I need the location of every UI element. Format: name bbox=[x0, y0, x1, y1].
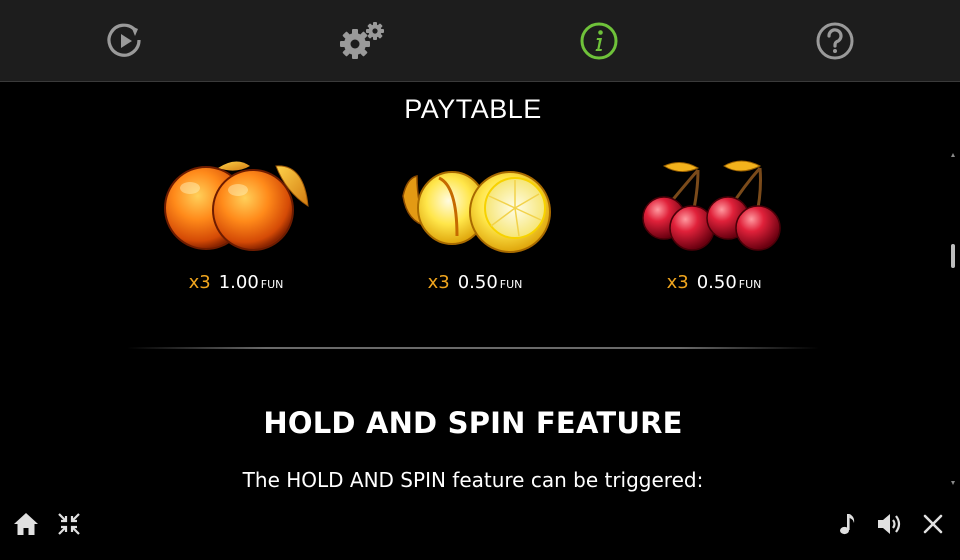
bottom-bar bbox=[0, 496, 960, 560]
feature-description: The HOLD AND SPIN feature can be trigger… bbox=[242, 468, 704, 492]
feature-heading: HOLD AND SPIN FEATURE bbox=[263, 406, 683, 440]
exit-fullscreen-button[interactable] bbox=[53, 508, 85, 540]
info-content: PAYTABLE x3 1.00 FUN x3 0.50 FUN x3 0.50… bbox=[0, 82, 946, 492]
help-button[interactable] bbox=[813, 19, 857, 63]
lemon-payout: x3 0.50 FUN bbox=[375, 272, 575, 293]
cherry-payout: x3 0.50 FUN bbox=[614, 272, 814, 293]
paytable-title: PAYTABLE bbox=[404, 94, 542, 124]
info-button[interactable] bbox=[577, 19, 621, 63]
multiplier: x3 bbox=[188, 272, 211, 293]
scroll-thumb bbox=[951, 244, 955, 268]
sound-button[interactable] bbox=[874, 508, 906, 540]
currency: FUN bbox=[738, 278, 762, 291]
close-icon bbox=[923, 514, 943, 534]
autoplay-button[interactable] bbox=[103, 19, 147, 63]
close-button[interactable] bbox=[917, 508, 949, 540]
music-button[interactable] bbox=[831, 508, 863, 540]
payout-amount: 1.00 bbox=[218, 272, 259, 293]
home-icon bbox=[14, 513, 38, 535]
section-divider bbox=[127, 347, 819, 349]
currency: FUN bbox=[260, 278, 284, 291]
multiplier: x3 bbox=[427, 272, 450, 293]
lemon-symbol bbox=[397, 156, 557, 256]
multiplier: x3 bbox=[666, 272, 689, 293]
cherry-symbol bbox=[636, 156, 796, 256]
settings-button[interactable] bbox=[338, 19, 388, 63]
payout-amount: 0.50 bbox=[457, 272, 498, 293]
exit-fullscreen-icon bbox=[58, 513, 80, 535]
top-menu-bar bbox=[0, 0, 960, 82]
help-icon bbox=[816, 22, 854, 60]
orange-symbol bbox=[158, 156, 318, 256]
orange-payout: x3 1.00 FUN bbox=[136, 272, 336, 293]
scrollbar[interactable] bbox=[946, 148, 960, 488]
autoplay-icon bbox=[107, 23, 141, 57]
payout-amount: 0.50 bbox=[696, 272, 737, 293]
scroll-up-arrow bbox=[951, 153, 955, 157]
scroll-down-arrow bbox=[951, 481, 955, 485]
info-icon bbox=[580, 22, 618, 60]
settings-icon bbox=[340, 22, 384, 59]
currency: FUN bbox=[499, 278, 523, 291]
home-button[interactable] bbox=[10, 508, 42, 540]
music-icon bbox=[840, 514, 855, 535]
sound-icon bbox=[878, 514, 901, 534]
